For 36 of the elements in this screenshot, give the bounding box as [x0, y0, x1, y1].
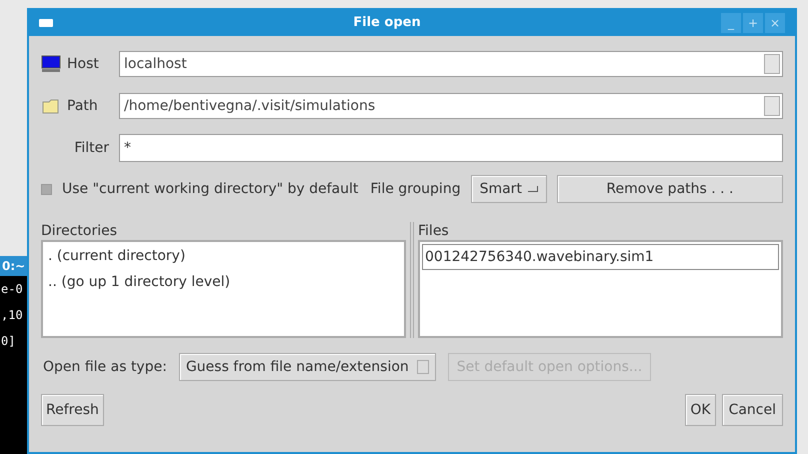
file-grouping-dropdown[interactable]: Smart	[470, 175, 547, 203]
monitor-icon	[41, 55, 61, 73]
refresh-button[interactable]: Refresh	[41, 394, 104, 426]
window-title: File open	[352, 14, 422, 32]
directories-list[interactable]: . (current directory) .. (go up 1 directory level)	[41, 240, 406, 338]
filter-field[interactable]: *	[119, 134, 783, 162]
file-grouping-label: File grouping	[370, 180, 461, 198]
remove-paths-button[interactable]: Remove paths . . .	[556, 175, 783, 203]
list-item[interactable]: . (current directory)	[45, 243, 402, 269]
folder-icon	[41, 97, 61, 115]
files-list[interactable]: 001242756340.wavebinary.sim1	[418, 240, 783, 338]
terminal-line: ,10	[1, 307, 24, 324]
checkbox[interactable]	[41, 184, 52, 194]
filter-label: Filter	[73, 138, 110, 158]
terminal-line: 0]	[1, 333, 16, 350]
directories-label: Directories	[41, 222, 118, 240]
dropdown-icon[interactable]	[764, 96, 780, 116]
dropdown-icon	[528, 186, 538, 192]
ok-button[interactable]: OK	[685, 394, 716, 426]
open-as-label: Open file as type:	[42, 358, 167, 376]
dropdown-icon	[416, 360, 429, 374]
list-item[interactable]: 001242756340.wavebinary.sim1	[422, 244, 779, 270]
checkbox-label: Use "current working directory" by default	[62, 180, 358, 198]
terminal-line: e-0	[1, 281, 24, 298]
file-type-dropdown[interactable]: Guess from file name/extension	[178, 353, 436, 381]
path-combo[interactable]: /home/bentivegna/.visit/simulations	[119, 93, 783, 119]
path-label: Path	[67, 96, 99, 116]
splitter-handle[interactable]	[410, 222, 414, 338]
terminal-title: 0:~	[0, 256, 30, 276]
host-label: Host	[67, 54, 100, 74]
window-menu-icon[interactable]	[39, 19, 53, 27]
files-label: Files	[418, 222, 450, 240]
cancel-button[interactable]: Cancel	[722, 394, 783, 426]
list-item[interactable]: .. (go up 1 directory level)	[45, 269, 402, 295]
dropdown-icon[interactable]	[764, 54, 780, 74]
host-combo[interactable]: localhost	[119, 51, 783, 77]
